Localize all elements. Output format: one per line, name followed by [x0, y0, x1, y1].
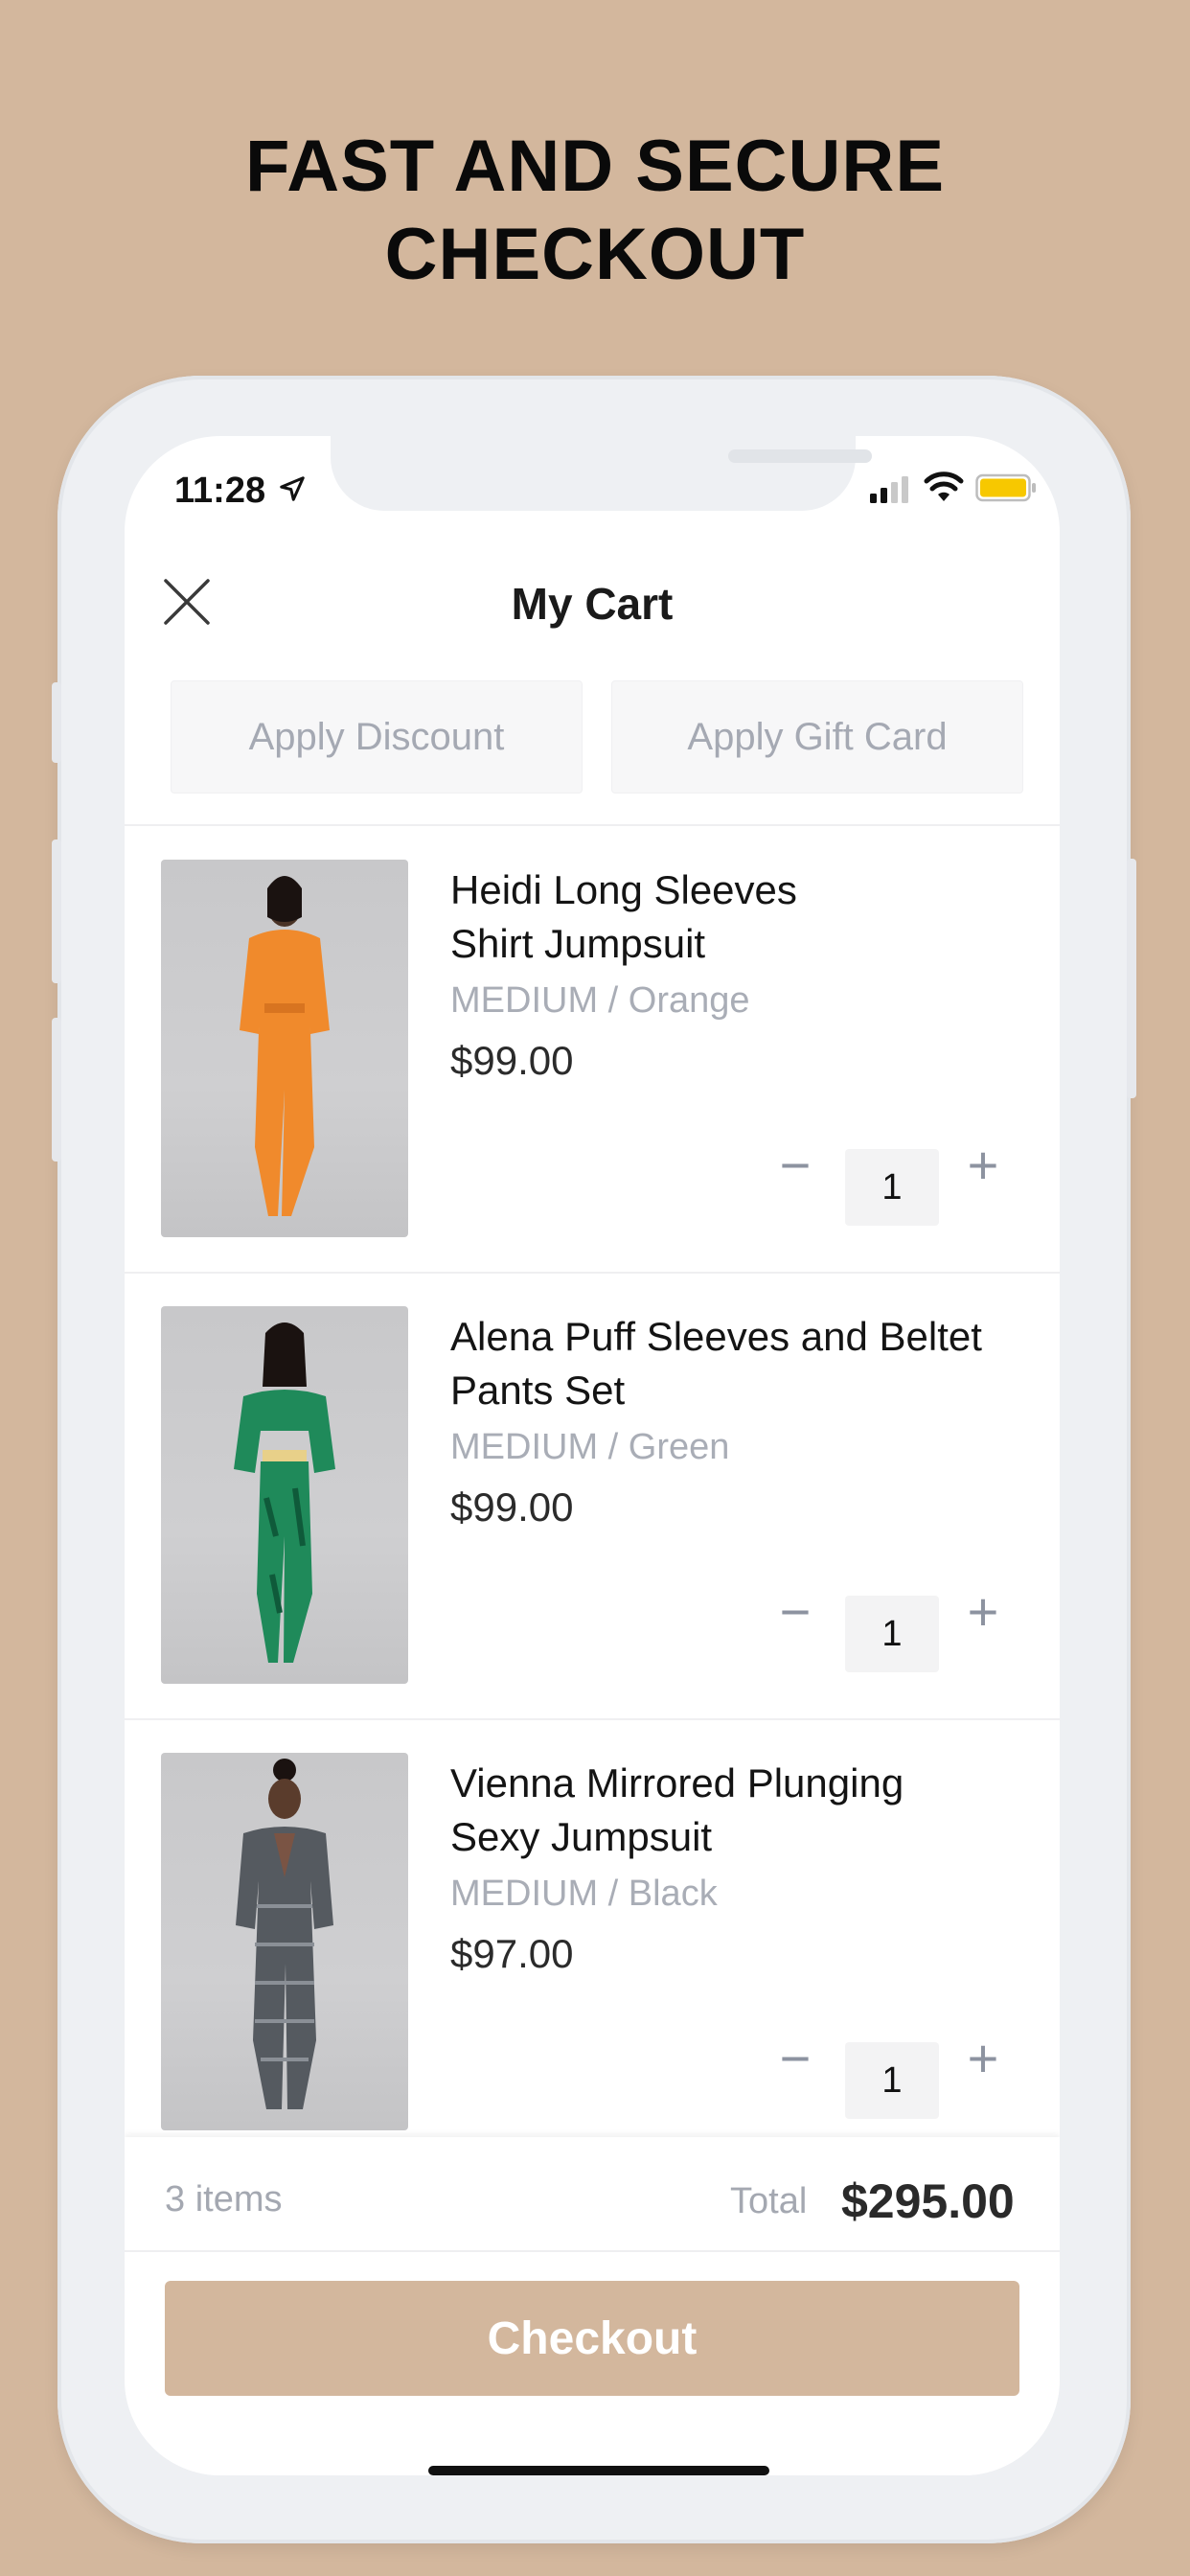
- product-figure: [234, 1322, 335, 1663]
- battery-icon: [975, 473, 1036, 502]
- location-arrow-icon: [280, 476, 305, 501]
- quantity-decrease-button[interactable]: −: [767, 1585, 824, 1643]
- notch: [331, 436, 872, 511]
- phone-silent-switch: [52, 682, 61, 763]
- product-variant: MEDIUM / Green: [450, 1427, 730, 1467]
- quantity-value[interactable]: 1: [845, 1149, 939, 1226]
- product-name-line-2: Sexy Jumpsuit: [450, 1814, 713, 1859]
- apply-gift-card-button[interactable]: Apply Gift Card: [611, 680, 1023, 794]
- speaker: [728, 449, 872, 463]
- checkout-button[interactable]: Checkout: [165, 2281, 1019, 2396]
- product-image[interactable]: [161, 860, 408, 1237]
- total-value: $295.00: [841, 2174, 1015, 2228]
- quantity-increase-button[interactable]: +: [954, 2032, 1012, 2089]
- cart-item: Heidi Long Sleeves Shirt Jumpsuit MEDIUM…: [125, 827, 1060, 1272]
- product-figure: [240, 876, 330, 1216]
- product-name-line-1: Alena Puff Sleeves and Beltet: [450, 1314, 982, 1359]
- divider: [125, 2250, 1060, 2252]
- quantity-value[interactable]: 1: [845, 1596, 939, 1672]
- headline-line-2: CHECKOUT: [384, 214, 806, 295]
- quantity-decrease-button[interactable]: −: [767, 2032, 824, 2089]
- home-indicator: [428, 2466, 769, 2475]
- product-name-line-2: Pants Set: [450, 1368, 626, 1413]
- status-time: 11:28: [174, 471, 266, 511]
- item-count: 3 items: [165, 2179, 283, 2220]
- cart-item: Alena Puff Sleeves and Beltet Pants Set …: [125, 1274, 1060, 1718]
- product-name[interactable]: Vienna Mirrored Plunging Sexy Jumpsuit: [450, 1757, 1025, 1864]
- product-name-line-1: Heidi Long Sleeves: [450, 867, 797, 912]
- total-label: Total: [730, 2181, 808, 2221]
- wifi-icon: [924, 472, 964, 501]
- product-price: $99.00: [450, 1484, 574, 1530]
- phone-power-button: [1127, 859, 1136, 1098]
- signal-icon: [870, 476, 908, 503]
- headline-line-1: FAST AND SECURE: [244, 126, 946, 207]
- apply-discount-button[interactable]: Apply Discount: [171, 680, 583, 794]
- phone-volume-down: [52, 1018, 61, 1162]
- product-variant: MEDIUM / Orange: [450, 980, 750, 1021]
- product-image[interactable]: [161, 1306, 408, 1684]
- quantity-increase-button[interactable]: +: [954, 1138, 1012, 1196]
- product-name[interactable]: Alena Puff Sleeves and Beltet Pants Set: [450, 1310, 1025, 1417]
- product-name-line-2: Shirt Jumpsuit: [450, 921, 706, 966]
- product-price: $99.00: [450, 1038, 574, 1083]
- product-name[interactable]: Heidi Long Sleeves Shirt Jumpsuit: [450, 863, 1025, 971]
- divider: [125, 824, 1060, 826]
- cart-item: Vienna Mirrored Plunging Sexy Jumpsuit M…: [125, 1720, 1060, 2165]
- product-figure: [236, 1759, 333, 2109]
- phone-screen: 11:28 My Cart Apply Discount Apply Gift …: [125, 436, 1060, 2475]
- product-price: $97.00: [450, 1931, 574, 1976]
- product-name-line-1: Vienna Mirrored Plunging: [450, 1760, 904, 1806]
- quantity-value[interactable]: 1: [845, 2042, 939, 2119]
- quantity-increase-button[interactable]: +: [954, 1585, 1012, 1643]
- product-image[interactable]: [161, 1753, 408, 2130]
- quantity-decrease-button[interactable]: −: [767, 1138, 824, 1196]
- phone-volume-up: [52, 840, 61, 983]
- product-variant: MEDIUM / Black: [450, 1874, 718, 1914]
- page-title: My Cart: [511, 579, 674, 629]
- headline: FAST AND SECURE CHECKOUT: [0, 123, 1190, 299]
- cart-footer: 3 items Total $295.00 Checkout: [125, 2137, 1060, 2475]
